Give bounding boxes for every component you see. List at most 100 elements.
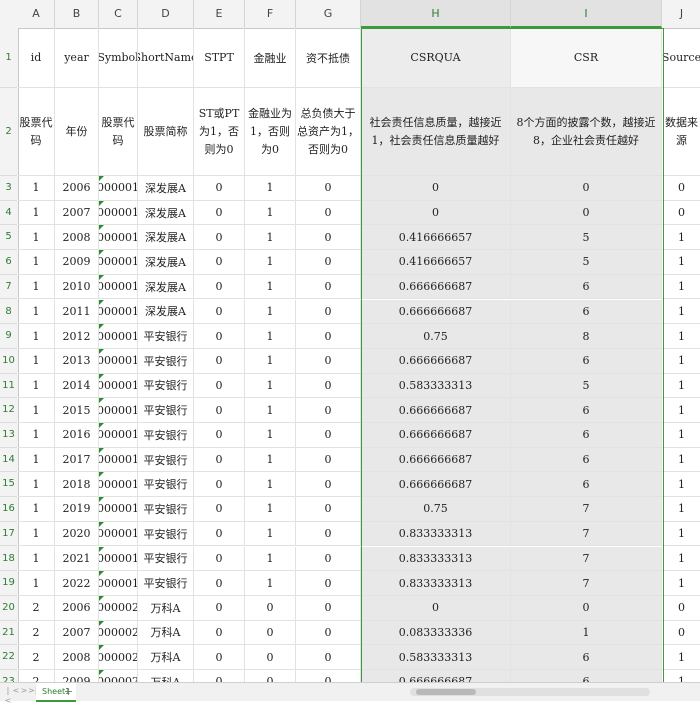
data-cell-g[interactable]: 0 bbox=[296, 250, 361, 275]
data-cell-f[interactable]: 1 bbox=[245, 423, 296, 448]
data-cell-d[interactable]: 万科A bbox=[138, 670, 194, 682]
data-cell-d[interactable]: 平安银行 bbox=[138, 521, 194, 547]
data-cell-h[interactable]: 0.666666687 bbox=[361, 670, 511, 682]
header-cell-h[interactable]: CSRQUA bbox=[361, 28, 511, 88]
header-cell-e[interactable]: STPT bbox=[194, 28, 245, 88]
row-header-12[interactable]: 12 bbox=[0, 398, 17, 423]
data-cell-d[interactable]: 平安银行 bbox=[138, 497, 194, 522]
data-cell-a[interactable]: 1 bbox=[18, 472, 55, 498]
data-cell-a[interactable]: 1 bbox=[18, 299, 55, 325]
data-cell-a[interactable]: 1 bbox=[18, 200, 55, 226]
next-sheet-icon[interactable]: > bbox=[20, 686, 28, 696]
data-cell-b[interactable]: 2016 bbox=[55, 423, 99, 448]
data-cell-h[interactable]: 0 bbox=[361, 176, 511, 201]
column-header-f[interactable]: F bbox=[245, 0, 296, 28]
data-cell-c[interactable]: 000001 bbox=[99, 225, 138, 251]
data-cell-j[interactable]: 1 bbox=[662, 547, 700, 572]
data-cell-f[interactable]: 1 bbox=[245, 225, 296, 251]
data-cell-f[interactable]: 1 bbox=[245, 324, 296, 349]
data-cell-f[interactable]: 1 bbox=[245, 571, 296, 596]
data-cell-b[interactable]: 2020 bbox=[55, 521, 99, 547]
data-cell-h[interactable]: 0.583333313 bbox=[361, 645, 511, 670]
data-cell-c[interactable]: 000002 bbox=[99, 620, 138, 646]
data-cell-c[interactable]: 000001 bbox=[99, 423, 138, 448]
description-cell-i[interactable]: 8个方面的披露个数，越接近8，企业社会责任越好 bbox=[511, 88, 662, 176]
data-cell-h[interactable]: 0.833333313 bbox=[361, 546, 511, 572]
data-cell-a[interactable]: 2 bbox=[18, 595, 55, 621]
description-cell-g[interactable]: 总负债大于总资产为1，否则为0 bbox=[296, 88, 361, 176]
data-cell-f[interactable]: 1 bbox=[245, 274, 296, 300]
row-header-5[interactable]: 5 bbox=[0, 225, 17, 251]
data-cell-a[interactable]: 1 bbox=[18, 546, 55, 572]
data-cell-a[interactable]: 1 bbox=[18, 447, 55, 473]
header-cell-b[interactable]: year bbox=[55, 28, 99, 88]
data-cell-f[interactable]: 1 bbox=[245, 200, 296, 226]
description-cell-f[interactable]: 金融业为1，否则为0 bbox=[245, 88, 296, 176]
data-cell-h[interactable]: 0.083333336 bbox=[361, 620, 511, 646]
data-cell-e[interactable]: 0 bbox=[194, 250, 245, 275]
data-cell-j[interactable]: 1 bbox=[662, 250, 700, 275]
data-cell-h[interactable]: 0 bbox=[361, 595, 511, 621]
data-cell-g[interactable]: 0 bbox=[296, 645, 361, 670]
description-cell-c[interactable]: 股票代码 bbox=[99, 88, 138, 176]
data-cell-i[interactable]: 7 bbox=[511, 521, 662, 547]
cell-grid[interactable]: idyearSymbolShortNameSTPT金融业资不抵债CSRQUACS… bbox=[18, 28, 700, 682]
row-header-8[interactable]: 8 bbox=[0, 300, 17, 325]
data-cell-d[interactable]: 平安银行 bbox=[138, 398, 194, 423]
data-cell-j[interactable]: 1 bbox=[662, 398, 700, 423]
data-cell-b[interactable]: 2013 bbox=[55, 348, 99, 374]
data-cell-i[interactable]: 6 bbox=[511, 645, 662, 670]
data-cell-h[interactable]: 0.666666687 bbox=[361, 299, 511, 325]
row-header-3[interactable]: 3 bbox=[0, 176, 17, 201]
data-cell-e[interactable]: 0 bbox=[194, 274, 245, 300]
description-cell-h[interactable]: 社会责任信息质量，越接近1，社会责任信息质量越好 bbox=[361, 88, 511, 176]
data-cell-d[interactable]: 平安银行 bbox=[138, 373, 194, 399]
data-cell-i[interactable]: 6 bbox=[511, 670, 662, 682]
data-cell-j[interactable]: 0 bbox=[662, 621, 700, 646]
data-cell-e[interactable]: 0 bbox=[194, 225, 245, 251]
data-cell-i[interactable]: 7 bbox=[511, 546, 662, 572]
data-cell-h[interactable]: 0.666666687 bbox=[361, 348, 511, 374]
data-cell-i[interactable]: 0 bbox=[511, 200, 662, 226]
data-cell-i[interactable]: 7 bbox=[511, 497, 662, 522]
data-cell-h[interactable]: 0.833333313 bbox=[361, 571, 511, 596]
data-cell-h[interactable]: 0.416666657 bbox=[361, 250, 511, 275]
data-cell-g[interactable]: 0 bbox=[296, 373, 361, 399]
data-cell-c[interactable]: 000002 bbox=[99, 595, 138, 621]
data-cell-b[interactable]: 2007 bbox=[55, 620, 99, 646]
data-cell-e[interactable]: 0 bbox=[194, 670, 245, 682]
data-cell-d[interactable]: 深发展A bbox=[138, 176, 194, 201]
data-cell-i[interactable]: 5 bbox=[511, 250, 662, 275]
data-cell-a[interactable]: 2 bbox=[18, 620, 55, 646]
data-cell-f[interactable]: 1 bbox=[245, 521, 296, 547]
data-cell-c[interactable]: 000001 bbox=[99, 299, 138, 325]
data-cell-f[interactable]: 1 bbox=[245, 398, 296, 423]
data-cell-b[interactable]: 2006 bbox=[55, 595, 99, 621]
data-cell-a[interactable]: 1 bbox=[18, 373, 55, 399]
row-header-7[interactable]: 7 bbox=[0, 275, 17, 300]
data-cell-a[interactable]: 1 bbox=[18, 423, 55, 448]
data-cell-f[interactable]: 1 bbox=[245, 546, 296, 572]
data-cell-e[interactable]: 0 bbox=[194, 497, 245, 522]
data-cell-f[interactable]: 1 bbox=[245, 299, 296, 325]
data-cell-b[interactable]: 2006 bbox=[55, 176, 99, 201]
data-cell-b[interactable]: 2009 bbox=[55, 250, 99, 275]
row-header-23[interactable]: 23 bbox=[0, 670, 17, 682]
data-cell-j[interactable]: 1 bbox=[662, 645, 700, 670]
data-cell-h[interactable]: 0.583333313 bbox=[361, 373, 511, 399]
row-header-18[interactable]: 18 bbox=[0, 547, 17, 572]
row-header-10[interactable]: 10 bbox=[0, 349, 17, 374]
data-cell-e[interactable]: 0 bbox=[194, 546, 245, 572]
data-cell-c[interactable]: 000001 bbox=[99, 176, 138, 201]
data-cell-f[interactable]: 0 bbox=[245, 645, 296, 670]
data-cell-d[interactable]: 深发展A bbox=[138, 299, 194, 325]
row-header-16[interactable]: 16 bbox=[0, 497, 17, 522]
data-cell-a[interactable]: 1 bbox=[18, 398, 55, 423]
row-header-20[interactable]: 20 bbox=[0, 596, 17, 621]
data-cell-j[interactable]: 1 bbox=[662, 522, 700, 547]
data-cell-c[interactable]: 000001 bbox=[99, 497, 138, 522]
data-cell-g[interactable]: 0 bbox=[296, 521, 361, 547]
horizontal-scroll-thumb[interactable] bbox=[416, 689, 476, 695]
data-cell-g[interactable]: 0 bbox=[296, 670, 361, 682]
data-cell-e[interactable]: 0 bbox=[194, 645, 245, 670]
